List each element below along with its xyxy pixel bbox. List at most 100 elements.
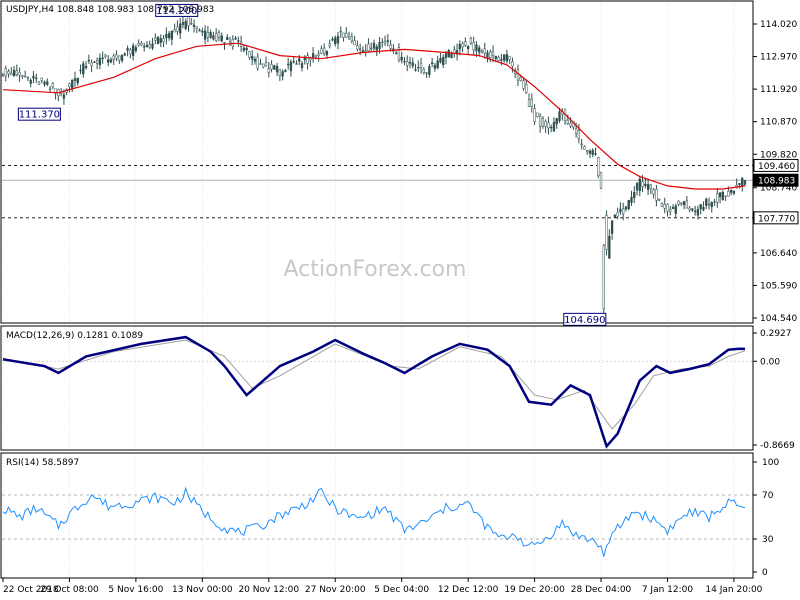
candle-body <box>159 38 162 43</box>
candle-body <box>638 178 641 191</box>
candle-body <box>696 209 700 216</box>
candle-body <box>591 150 594 155</box>
candle-body <box>458 44 461 50</box>
candle-body <box>284 69 287 72</box>
candle-body <box>234 37 237 40</box>
candle-body <box>126 48 129 51</box>
candle-body <box>411 62 414 67</box>
candle-body <box>331 38 334 41</box>
macd-title: MACD(12,26,9) 0.1281 0.1089 <box>6 331 143 341</box>
candle-body <box>442 57 445 66</box>
candle-body <box>538 115 542 127</box>
time-tick-label: 7 Jan 12:00 <box>642 585 694 595</box>
candle-body <box>522 80 525 89</box>
candle-body <box>730 189 733 193</box>
candle-body <box>682 201 686 206</box>
candle-body <box>652 189 655 195</box>
candle-body <box>15 70 18 75</box>
candle-body <box>104 54 107 58</box>
candle-body <box>500 58 503 61</box>
candle-body <box>123 53 126 56</box>
candle-body <box>190 22 193 25</box>
candle-body <box>129 49 132 54</box>
candle-body <box>453 49 456 54</box>
candle-body <box>281 71 284 77</box>
candle-body <box>29 80 32 84</box>
candle-body <box>48 88 52 90</box>
candle-body <box>691 208 694 211</box>
candle-body <box>660 202 664 207</box>
level-price-label: 109.460 <box>758 162 795 172</box>
price-tick-label: 112.970 <box>760 53 797 63</box>
macd-tick-label: 0.2927 <box>760 329 792 339</box>
time-tick-label: 28 Dec 04:00 <box>571 585 632 595</box>
candle-body <box>98 57 102 66</box>
candle-body <box>685 200 689 209</box>
candle-body <box>555 118 558 125</box>
candle-body <box>342 32 345 38</box>
candle-body <box>497 56 500 61</box>
time-tick-label: 5 Nov 16:00 <box>108 585 163 595</box>
candle-body <box>417 66 420 69</box>
price-tick-label: 106.640 <box>760 249 797 259</box>
candle-body <box>694 210 697 213</box>
candle-body <box>383 40 387 44</box>
candle-body <box>23 76 27 78</box>
candle-body <box>602 245 605 309</box>
candle-body <box>109 59 113 63</box>
candle-body <box>444 53 448 58</box>
candle-body <box>710 202 713 208</box>
candle-body <box>73 78 77 81</box>
candle-body <box>87 60 90 62</box>
candle-body <box>525 83 528 93</box>
candle-body <box>323 47 326 54</box>
price-annotation-label: 104.690 <box>564 315 605 326</box>
candle-body <box>253 58 257 62</box>
candle-body <box>237 40 240 42</box>
time-tick-label: 20 Nov 12:00 <box>238 585 299 595</box>
candle-body <box>187 15 190 26</box>
candle-body <box>215 33 218 41</box>
candle-body <box>663 203 666 209</box>
candle-body <box>131 45 135 57</box>
candle-body <box>320 48 323 54</box>
candle-body <box>137 43 140 46</box>
candle-body <box>646 184 650 190</box>
candle-body <box>483 48 486 54</box>
candle-body <box>425 72 428 74</box>
level-price-label: 108.983 <box>758 177 795 187</box>
rsi-tick-label: 100 <box>762 458 779 468</box>
candle-body <box>148 44 151 48</box>
candle-body <box>339 30 342 33</box>
candle-body <box>491 51 495 57</box>
candle-body <box>721 191 725 200</box>
candle-body <box>738 182 741 185</box>
candle-body <box>328 43 331 47</box>
candle-body <box>533 108 536 122</box>
candle-body <box>450 53 453 59</box>
candle-body <box>508 55 511 60</box>
candle-body <box>478 47 481 53</box>
rsi-tick-label: 0 <box>762 568 768 578</box>
candle-body <box>702 207 705 211</box>
candle-body <box>248 51 251 58</box>
price-title: USDJPY,H4 108.848 108.983 108.792 108.98… <box>6 5 214 15</box>
candle-body <box>314 54 318 57</box>
candle-body <box>306 55 309 64</box>
rsi-axis: 100 70 30 0 <box>752 453 779 578</box>
candle-body <box>381 41 384 43</box>
price-tick-label: 110.870 <box>760 118 797 128</box>
candle-body <box>616 212 619 217</box>
price-tick-label: 109.820 <box>760 150 797 160</box>
time-tick-label: 27 Nov 20:00 <box>305 585 366 595</box>
candle-body <box>743 179 747 185</box>
candle-body <box>242 47 246 51</box>
candle-body <box>727 190 730 197</box>
candle-body <box>674 205 677 214</box>
candle-body <box>716 193 719 203</box>
candle-body <box>201 30 204 33</box>
candle-body <box>156 36 160 45</box>
rsi-title: RSI(14) 58.5897 <box>6 458 79 468</box>
candle-body <box>325 50 329 56</box>
candle-body <box>447 50 450 58</box>
